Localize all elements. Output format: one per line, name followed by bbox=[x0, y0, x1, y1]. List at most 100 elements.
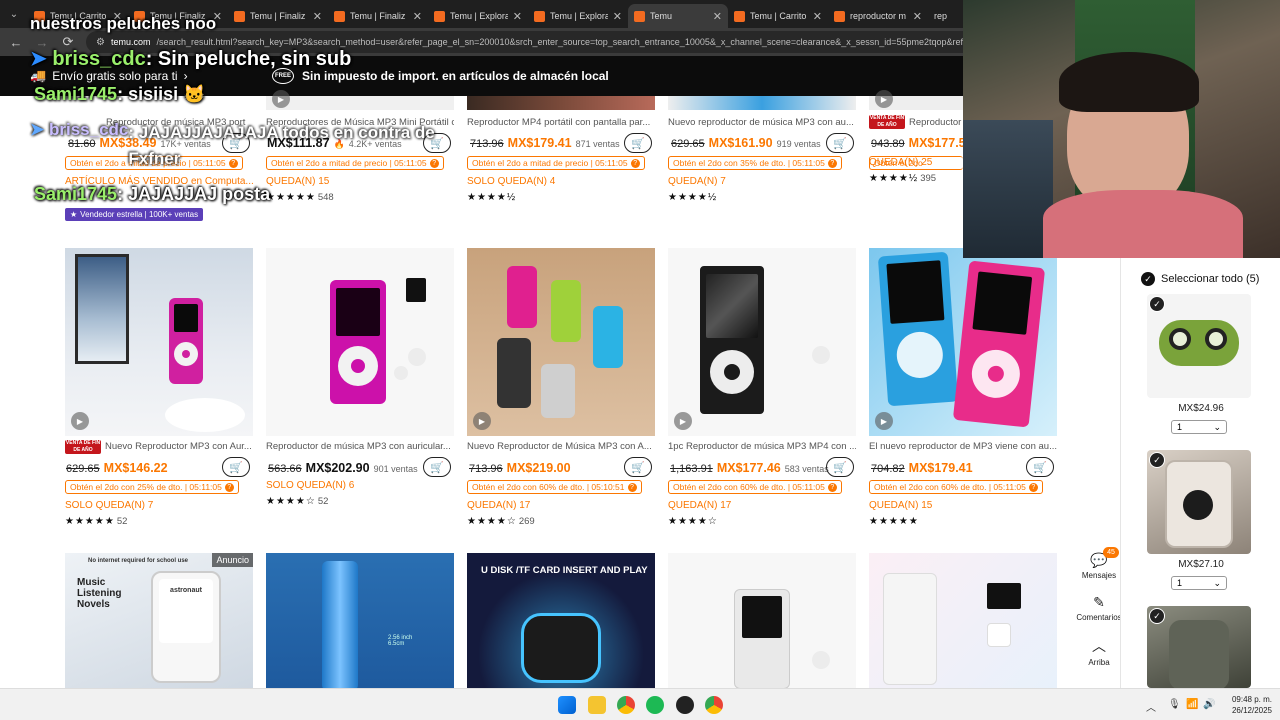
help-icon[interactable]: ? bbox=[630, 158, 640, 168]
help-icon[interactable]: ? bbox=[1028, 482, 1038, 492]
help-icon[interactable]: ? bbox=[827, 158, 837, 168]
clock-date: 26/12/2025 bbox=[1231, 706, 1272, 715]
add-to-cart-button[interactable]: 🛒 bbox=[423, 457, 451, 477]
browser-tab[interactable]: Temu | Finaliz ✕ bbox=[228, 4, 328, 28]
chevron-up-icon[interactable]: ︿ bbox=[1146, 699, 1156, 714]
add-to-cart-button[interactable]: 🛒 bbox=[826, 457, 854, 477]
quantity-select[interactable]: 1 ⌄ bbox=[1171, 420, 1227, 434]
close-icon[interactable]: ✕ bbox=[513, 10, 522, 23]
mic-icon[interactable]: 🎙 bbox=[1168, 699, 1181, 710]
star-seller-text: Vendedor estrella | 100K+ ventas bbox=[80, 210, 199, 219]
chrome-icon[interactable] bbox=[617, 696, 635, 714]
spotify-icon[interactable] bbox=[646, 696, 664, 714]
start-icon[interactable] bbox=[558, 696, 576, 714]
help-icon[interactable]: ? bbox=[224, 482, 234, 492]
product-image[interactable]: ▶ bbox=[266, 90, 454, 110]
product-title[interactable]: Reproductor MP4 portátil con pantalla pa… bbox=[467, 117, 655, 128]
cart-item-image[interactable]: ✓ bbox=[1147, 606, 1251, 688]
car-charger bbox=[521, 613, 601, 683]
promo-tag: Obtén el 2do a mitad de precio | 05:11:0… bbox=[467, 156, 645, 170]
spider-print bbox=[1183, 490, 1213, 520]
close-icon[interactable]: ✕ bbox=[413, 10, 422, 23]
product-title[interactable]: 1pc Reproductor de música MP3 MP4 con ..… bbox=[668, 441, 856, 452]
checkbox-checked-icon[interactable]: ✓ bbox=[1149, 608, 1165, 624]
chat-line: ➤ briss_cdc: Sin peluche, sin sub bbox=[30, 46, 351, 71]
rating-stars: ★★★★★ bbox=[869, 516, 919, 527]
checkbox-checked-icon[interactable]: ✓ bbox=[1141, 272, 1155, 286]
wifi-icon[interactable]: 📶 bbox=[1186, 699, 1198, 710]
add-to-cart-button[interactable]: 🛒 bbox=[1026, 457, 1054, 477]
mp3-device bbox=[497, 338, 531, 408]
product-title[interactable]: Reproductor de música MP3 con auricular.… bbox=[266, 441, 454, 452]
play-icon[interactable]: ▶ bbox=[875, 412, 893, 430]
quantity-select[interactable]: 1 ⌄ bbox=[1171, 576, 1227, 590]
taskbar: ︿ 🎙 📶 🔊 09:48 p. m. 26/12/2025 bbox=[0, 688, 1280, 720]
cart-item-image[interactable]: ✓ bbox=[1147, 294, 1251, 398]
close-icon[interactable]: ✕ bbox=[713, 10, 722, 23]
product-image[interactable]: 2.56 inch 6.5cm bbox=[266, 553, 454, 688]
box-image bbox=[75, 254, 129, 364]
comments-button[interactable]: ✎ Comentarios bbox=[1075, 594, 1123, 622]
play-icon[interactable]: ▶ bbox=[674, 412, 692, 430]
clock[interactable]: 09:48 p. m. 26/12/2025 bbox=[1232, 694, 1272, 716]
product-image[interactable]: ▶ bbox=[668, 248, 856, 436]
product-image[interactable]: ▶ bbox=[65, 248, 253, 436]
help-icon[interactable]: ? bbox=[827, 482, 837, 492]
product-image[interactable] bbox=[467, 96, 655, 110]
tab-label: Temu | Explora bbox=[450, 11, 508, 21]
product-title[interactable]: Nuevo Reproductor de Música MP3 con A... bbox=[467, 441, 655, 452]
volume-icon[interactable]: 🔊 bbox=[1203, 699, 1215, 710]
back-to-top-button[interactable]: ︿ Arriba bbox=[1075, 636, 1123, 667]
browser-tab[interactable]: Temu | Carrito ✕ bbox=[728, 4, 828, 28]
chrome-profile-icon[interactable] bbox=[705, 696, 723, 714]
play-icon[interactable]: ▶ bbox=[71, 412, 89, 430]
product-title[interactable]: Nuevo reproductor de música MP3 con au..… bbox=[668, 117, 856, 128]
browser-tab[interactable]: Temu | Finaliz ✕ bbox=[328, 4, 428, 28]
product-title[interactable]: El nuevo reproductor de MP3 viene con au… bbox=[869, 441, 1057, 452]
browser-tab[interactable]: Temu | Explora ✕ bbox=[428, 4, 528, 28]
price-row: 563.66 MX$202.90 901 ventas bbox=[268, 461, 418, 475]
product-title[interactable]: Nuevo Reproductor MP3 con Aur... bbox=[105, 441, 253, 452]
promo-text: Obtén el 2do con 60% de dto. | 05:11:05 bbox=[874, 482, 1026, 492]
close-icon[interactable]: ✕ bbox=[813, 10, 822, 23]
play-icon[interactable]: ▶ bbox=[473, 412, 491, 430]
mp3-device bbox=[734, 589, 790, 688]
back-icon[interactable]: ← bbox=[8, 35, 24, 50]
product-image[interactable] bbox=[668, 553, 856, 688]
product-image[interactable]: U DISK /TF CARD INSERT AND PLAY bbox=[467, 553, 655, 688]
product-image[interactable]: ▶ bbox=[869, 248, 1057, 436]
product-image[interactable]: No internet required for school use Musi… bbox=[65, 553, 253, 688]
checkbox-checked-icon[interactable]: ✓ bbox=[1149, 452, 1165, 468]
obs-icon[interactable] bbox=[676, 696, 694, 714]
close-icon[interactable]: ✕ bbox=[613, 10, 622, 23]
chat-message: : JAJAJJAJAJAJA todos en contra de Fxfne… bbox=[128, 123, 435, 168]
add-to-cart-button[interactable]: 🛒 bbox=[826, 133, 854, 153]
browser-tab[interactable]: reproductor m ✕ bbox=[828, 4, 928, 28]
product-image[interactable] bbox=[266, 248, 454, 436]
product-image[interactable] bbox=[869, 553, 1057, 688]
file-explorer-icon[interactable] bbox=[588, 696, 606, 714]
image-text: Music Listening Novels bbox=[77, 577, 122, 610]
help-icon[interactable]: ? bbox=[627, 482, 637, 492]
screen bbox=[742, 596, 782, 638]
close-icon[interactable]: ✕ bbox=[913, 10, 922, 23]
play-icon[interactable]: ▶ bbox=[272, 90, 290, 108]
tab-search-icon[interactable]: ⌄ bbox=[0, 9, 28, 20]
product-title[interactable]: Reproductor bbox=[909, 117, 963, 128]
product-image[interactable] bbox=[668, 96, 856, 110]
original-price: 563.66 bbox=[268, 463, 302, 475]
add-to-cart-button[interactable]: 🛒 bbox=[624, 133, 652, 153]
browser-tab-active[interactable]: Temu ✕ bbox=[628, 4, 728, 28]
close-icon[interactable]: ✕ bbox=[313, 10, 322, 23]
browser-tab[interactable]: rep bbox=[928, 4, 968, 28]
product-image[interactable]: ▶ bbox=[869, 90, 963, 110]
browser-tab[interactable]: Temu | Explora ✕ bbox=[528, 4, 628, 28]
checkbox-checked-icon[interactable]: ✓ bbox=[1149, 296, 1165, 312]
add-to-cart-button[interactable]: 🛒 bbox=[624, 457, 652, 477]
select-all[interactable]: ✓ Seleccionar todo (5) bbox=[1141, 272, 1259, 286]
cart-item-image[interactable]: ✓ bbox=[1147, 450, 1251, 554]
play-icon[interactable]: ▶ bbox=[875, 90, 893, 108]
product-image[interactable]: ▶ bbox=[467, 248, 655, 436]
add-to-cart-button[interactable]: 🛒 bbox=[222, 457, 250, 477]
price-row: 704.82 MX$179.41 bbox=[871, 461, 973, 475]
